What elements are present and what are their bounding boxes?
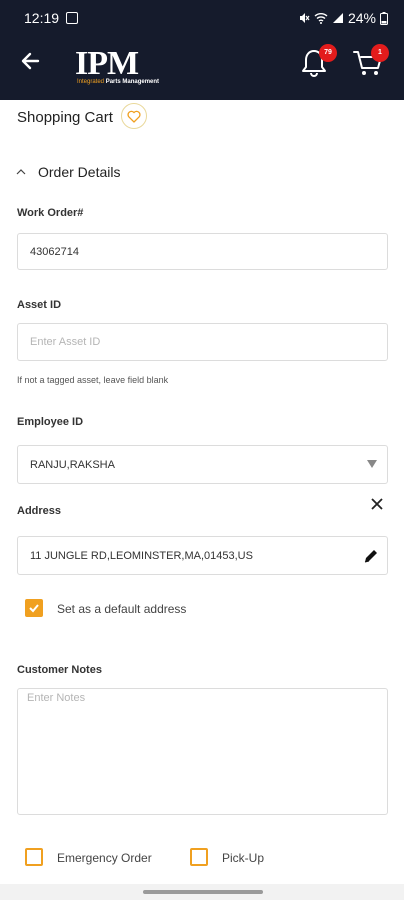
customer-notes-placeholder: Enter Notes	[27, 692, 86, 704]
back-button[interactable]	[16, 46, 46, 76]
order-details-toggle[interactable]: Order Details	[14, 161, 120, 183]
cart-badge: 1	[371, 44, 389, 62]
customer-notes-field[interactable]: Enter Notes	[17, 688, 388, 815]
battery-percent: 24%	[347, 10, 376, 26]
ipm-logo: IPM Integrated Parts Management	[75, 44, 159, 88]
asset-id-field[interactable]: Enter Asset ID	[17, 323, 388, 361]
section-label: Order Details	[38, 164, 121, 180]
asset-id-label: Asset ID	[17, 299, 62, 311]
signal-icon	[332, 13, 343, 23]
logo-subtext: Integrated Parts Management	[77, 79, 159, 85]
default-address-label: Set as a default address	[57, 602, 187, 616]
emergency-order-label: Emergency Order	[57, 851, 152, 865]
checkmark-icon	[29, 604, 39, 613]
emergency-order-checkbox[interactable]	[25, 848, 43, 866]
work-order-field[interactable]: 43062714	[17, 233, 388, 270]
close-icon	[371, 498, 383, 510]
asset-id-placeholder: Enter Asset ID	[30, 336, 101, 348]
app-bar	[0, 36, 404, 100]
home-indicator[interactable]	[143, 890, 263, 894]
mute-icon	[299, 13, 310, 23]
status-icons: 24%	[298, 10, 388, 26]
clear-address-button[interactable]	[369, 496, 385, 512]
page-title: Shopping Cart	[17, 109, 113, 126]
logo-subtext-2: Parts Management	[105, 79, 160, 85]
heart-icon	[127, 110, 141, 123]
chevron-up-icon	[16, 169, 26, 175]
customer-notes-label: Customer Notes	[17, 664, 102, 676]
arrow-back-icon	[21, 52, 40, 70]
wifi-icon	[314, 13, 328, 24]
default-address-checkbox[interactable]	[25, 599, 43, 617]
work-order-label: Work Order#	[17, 207, 84, 219]
battery-icon	[380, 11, 388, 25]
address-label: Address	[17, 505, 62, 517]
pickup-label: Pick-Up	[222, 851, 265, 865]
status-time: 12:19	[24, 10, 60, 26]
pickup-checkbox[interactable]	[190, 848, 208, 866]
address-field[interactable]: 11 JUNGLE RD,LEOMINSTER,MA,01453,US	[17, 536, 388, 575]
logo-subtext-1: Integrated	[77, 79, 105, 85]
address-value: 11 JUNGLE RD,LEOMINSTER,MA,01453,US	[30, 549, 253, 562]
employee-id-value: RANJU,RAKSHA	[30, 458, 115, 471]
work-order-value: 43062714	[30, 245, 79, 258]
dropdown-arrow-icon	[367, 460, 377, 468]
asset-id-hint: If not a tagged asset, leave field blank	[17, 375, 169, 385]
employee-id-dropdown[interactable]: RANJU,RAKSHA	[17, 445, 388, 484]
favorite-button[interactable]	[121, 103, 147, 129]
status-bar: 12:19 24%	[0, 0, 404, 36]
pencil-icon[interactable]	[363, 548, 379, 564]
gallery-notification-icon	[66, 12, 78, 24]
employee-id-label: Employee ID	[17, 416, 84, 428]
notifications-badge: 79	[319, 44, 337, 62]
logo-text: IPM	[75, 45, 139, 82]
